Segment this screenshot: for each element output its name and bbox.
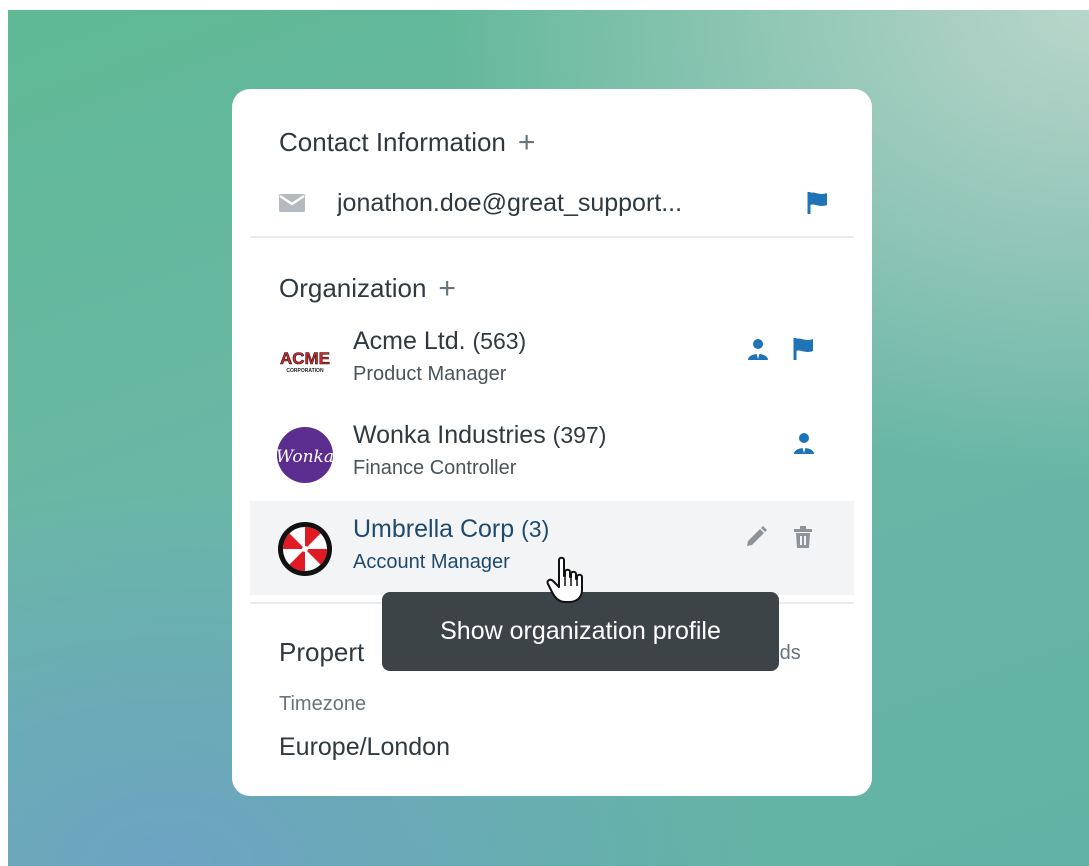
- organization-name[interactable]: Wonka Industries (397): [353, 421, 606, 450]
- contact-information-header: Contact Information +: [279, 127, 535, 158]
- add-organization-plus-icon[interactable]: +: [438, 273, 456, 304]
- hand-pointer-cursor-icon: [546, 556, 583, 603]
- organization-name[interactable]: Umbrella Corp (3): [353, 515, 549, 544]
- properties-title: Propert: [279, 637, 365, 667]
- add-contact-plus-icon[interactable]: +: [518, 127, 536, 158]
- email-row[interactable]: jonathon.doe@great_support...: [279, 185, 829, 221]
- organization-header: Organization +: [279, 273, 456, 304]
- umbrella-logo: [278, 522, 332, 576]
- person-icon[interactable]: [792, 431, 816, 455]
- svg-text:CORPORATION: CORPORATION: [286, 368, 324, 374]
- svg-text:Wonka: Wonka: [277, 447, 333, 467]
- envelope-icon: [279, 194, 305, 212]
- timezone-label: Timezone: [279, 693, 367, 715]
- wonka-logo: Wonka: [277, 427, 333, 483]
- contact-information-title: Contact Information: [279, 127, 506, 157]
- contact-sidebar-card: Contact Information + jonathon.doe@great…: [232, 89, 872, 796]
- organization-count: (563): [472, 328, 527, 354]
- svg-text:ACME: ACME: [280, 349, 330, 368]
- flag-icon[interactable]: [792, 337, 816, 361]
- acme-logo: ACME CORPORATION: [280, 349, 331, 374]
- organization-row-wonka[interactable]: Wonka Wonka Industries (397) Finance Con…: [250, 407, 854, 501]
- flag-icon[interactable]: [807, 191, 829, 215]
- organization-count: (397): [552, 422, 607, 448]
- trash-icon[interactable]: [791, 525, 815, 549]
- person-icon[interactable]: [746, 337, 770, 361]
- divider: [250, 236, 854, 238]
- organization-title: Organization: [279, 273, 427, 303]
- organization-count: (3): [521, 516, 550, 542]
- organization-name[interactable]: Acme Ltd. (563): [353, 327, 526, 356]
- timezone-value[interactable]: Europe/London: [279, 733, 450, 762]
- organization-role: Account Manager: [353, 551, 510, 573]
- pencil-icon[interactable]: [744, 525, 768, 549]
- organization-row-acme[interactable]: ACME CORPORATION Acme Ltd. (563) Product…: [250, 313, 854, 407]
- organization-role: Finance Controller: [353, 457, 517, 479]
- organization-role: Product Manager: [353, 363, 507, 385]
- email-address[interactable]: jonathon.doe@great_support...: [337, 189, 807, 218]
